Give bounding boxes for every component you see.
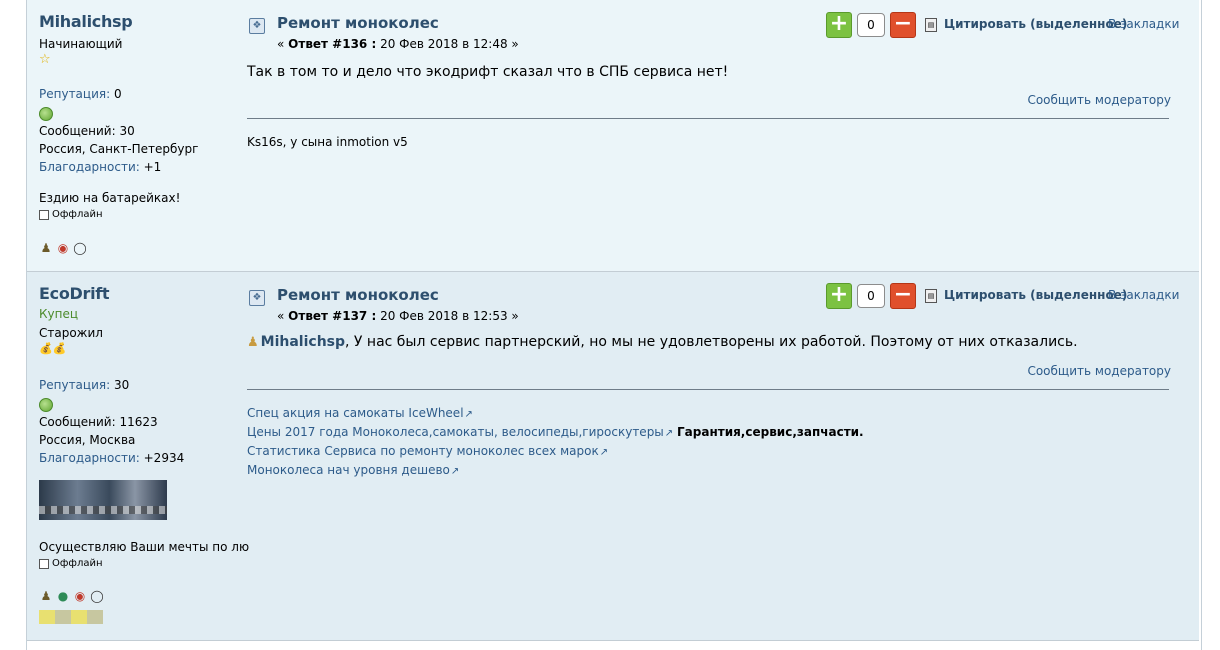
signature-divider (247, 118, 1169, 119)
signature-link-2[interactable]: Цены 2017 года Моноколеса,самокаты, вело… (247, 425, 864, 439)
post-136: Mihalichsp Начинающий ☆ Репутация: 0 Соо… (27, 0, 1199, 272)
thanks-label[interactable]: Благодарности: (39, 160, 140, 174)
thanks-label[interactable]: Благодарности: (39, 451, 140, 465)
plus-button[interactable]: + (826, 283, 852, 309)
quote-label: Цитировать (944, 17, 1026, 31)
quote-button[interactable]: Цитировать (выделенное) (944, 288, 1127, 302)
minus-button[interactable]: − (890, 283, 916, 309)
profile-icon[interactable]: ♟ (39, 588, 53, 604)
rank-star-icon: ☆ (39, 52, 51, 67)
globe-icon[interactable]: ● (56, 588, 70, 604)
vote-count: 0 (857, 13, 885, 37)
poster-rank: Старожил (39, 326, 103, 340)
post-body-text: , У нас был сервис партнерский, но мы не… (345, 334, 1078, 350)
user-icon: ♟ (247, 335, 259, 350)
signature-link-1[interactable]: Спец акция на самокаты IceWheel↗ (247, 406, 473, 420)
reply-number[interactable]: Ответ #137 : (288, 309, 376, 323)
poster-username[interactable]: Mihalichsp (39, 12, 133, 31)
topic-icon: ❖ (249, 18, 265, 34)
messages-value: 11623 (119, 415, 158, 429)
post-subject[interactable]: Ремонт моноколес (277, 286, 439, 304)
meta-prefix: « (277, 309, 289, 323)
speech-bubble-icon[interactable]: ◯ (90, 588, 104, 604)
offline-icon (39, 209, 49, 220)
post-body: Так в том то и дело что экодрифт сказал … (247, 64, 729, 80)
speech-bubble-icon[interactable]: ◯ (73, 240, 87, 256)
post-meta: « Ответ #137 : 20 Фев 2018 в 12:53 » (277, 309, 519, 323)
signature-link-3[interactable]: Статистика Сервиса по ремонту моноколес … (247, 444, 608, 458)
online-status: Оффлайн (39, 209, 103, 220)
quote-label: Цитировать (944, 288, 1026, 302)
post-body: ♟ Mihalichsp, У нас был сервис партнерски… (247, 334, 1078, 350)
profile-icon[interactable]: ♟ (39, 240, 53, 256)
external-link-icon: ↗ (664, 428, 674, 439)
reputation-label[interactable]: Репутация: (39, 87, 110, 101)
post-meta: « Ответ #136 : 20 Фев 2018 в 12:48 » (277, 37, 519, 51)
offline-icon (39, 558, 49, 569)
report-link[interactable]: Сообщить модератору (1017, 93, 1171, 107)
reply-number[interactable]: Ответ #136 : (288, 37, 376, 51)
reputation-value: 0 (113, 87, 122, 101)
external-link-icon: ↗ (464, 409, 473, 420)
rank-coins-icon: 💰💰 (39, 342, 67, 355)
messages-value: 30 (119, 124, 135, 138)
reputation-icon (39, 107, 53, 121)
signature-link-text: Статистика Сервиса по ремонту моноколес … (247, 444, 599, 458)
quote-icon: ▤ (925, 18, 937, 32)
vote-count: 0 (857, 284, 885, 308)
post-date: 20 Фев 2018 в 12:53 » (376, 309, 519, 323)
messages-label: Сообщений: (39, 124, 116, 138)
medal-icon[interactable]: ◉ (56, 240, 70, 256)
minus-button[interactable]: − (890, 12, 916, 38)
meta-prefix: « (277, 37, 289, 51)
signature-bold-text: Гарантия,сервис,запчасти. (677, 425, 864, 439)
poster-username[interactable]: EcoDrift (39, 284, 110, 303)
quote-button[interactable]: Цитировать (выделенное) (944, 17, 1127, 31)
quoted-user-link[interactable]: Mihalichsp (261, 334, 345, 350)
member-group: Купец (39, 307, 79, 321)
quote-icon: ▤ (925, 289, 937, 303)
thanks-value: +2934 (143, 451, 185, 465)
reputation-icon (39, 398, 53, 412)
external-link-icon: ↗ (599, 447, 609, 458)
status-text: Оффлайн (52, 558, 103, 569)
medal-icon[interactable]: ◉ (73, 588, 87, 604)
report-link[interactable]: Сообщить модератору (1017, 364, 1171, 378)
poster-location: Россия, Москва (39, 433, 136, 447)
external-link-icon: ↗ (450, 466, 460, 477)
online-status: Оффлайн (39, 558, 103, 569)
bookmark-link[interactable]: В закладки (1108, 288, 1179, 302)
bookmark-link[interactable]: В закладки (1108, 17, 1179, 31)
signature-link-text: Моноколеса нач уровня дешево (247, 463, 450, 477)
post-date: 20 Фев 2018 в 12:48 » (376, 37, 519, 51)
signature-link-text: Цены 2017 года Моноколеса,самокаты, вело… (247, 425, 664, 439)
topic-icon: ❖ (249, 290, 265, 306)
poster-rank: Начинающий (39, 37, 123, 51)
personal-text: Осуществляю Ваши мечты по любо (39, 540, 249, 554)
thanks-value: +1 (143, 160, 162, 174)
reputation-label[interactable]: Репутация: (39, 378, 110, 392)
signature: Ks16s, у сына inmotion v5 (247, 135, 408, 149)
personal-text: Ездию на батарейках! (39, 191, 181, 205)
post-137: EcoDrift Купец Старожил 💰💰 Репутация: 30… (27, 272, 1199, 641)
reputation-value: 30 (113, 378, 130, 392)
plus-button[interactable]: + (826, 12, 852, 38)
post-subject[interactable]: Ремонт моноколес (277, 14, 439, 32)
poster-location: Россия, Санкт-Петербург (39, 142, 199, 156)
signature-divider (247, 389, 1169, 390)
status-text: Оффлайн (52, 209, 103, 220)
avatar[interactable] (39, 480, 167, 520)
signature-link-4[interactable]: Моноколеса нач уровня дешево↗ (247, 463, 459, 477)
messages-label: Сообщений: (39, 415, 116, 429)
activity-bar (39, 610, 103, 624)
signature-link-text: Спец акция на самокаты IceWheel (247, 406, 464, 420)
